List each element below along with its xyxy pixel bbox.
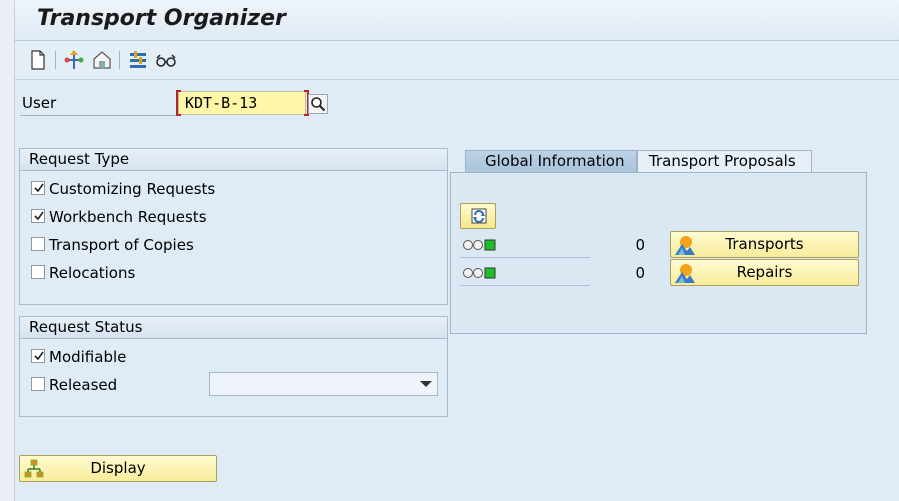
transport-icon[interactable] [91,49,113,71]
checkbox[interactable] [31,265,45,279]
checkbox-label: Modifiable [49,348,127,366]
checkbox[interactable] [31,209,45,223]
user-input[interactable]: KDT-B-13 [178,91,306,115]
repairs-button-label: Repairs [736,263,793,281]
settings-icon[interactable] [127,49,149,71]
new-document-icon[interactable] [27,49,49,71]
tab-transport-proposals[interactable]: Transport Proposals [637,150,812,172]
traffic-light-icon [463,239,496,251]
toolbar-separator [119,51,120,69]
hierarchy-icon[interactable] [63,49,85,71]
transports-button[interactable]: Transports [670,231,859,258]
left-frame [0,0,15,501]
repairs-status-row [460,261,590,286]
toolbar [15,41,899,80]
transports-status-row [460,233,590,258]
user-search-button[interactable] [308,94,328,114]
tab-global-information[interactable]: Global Information [465,150,637,172]
tab-label: Transport Proposals [649,152,796,170]
transports-count: 0 [635,236,645,254]
request-type-title: Request Type [20,149,447,171]
glasses-icon[interactable] [155,49,177,71]
checkbox[interactable] [31,237,45,251]
refresh-button[interactable] [460,203,496,229]
toolbar-separator [55,51,56,69]
request-status-group: Request Status Modifiable Released [19,316,448,417]
user-label-underline [20,115,178,116]
released-date-dropdown[interactable] [209,372,438,396]
checkbox[interactable] [31,377,45,391]
request-type-group: Request Type Customizing Requests Workbe… [19,148,448,305]
checkbox[interactable] [31,349,45,363]
tab-label: Global Information [485,152,625,170]
transports-button-label: Transports [725,235,804,253]
checkbox-label: Transport of Copies [49,236,194,254]
repairs-button[interactable]: Repairs [670,259,859,286]
request-status-title: Request Status [20,317,447,339]
global-information-panel: 0 Transports 0 Repairs [450,172,867,334]
user-label: User [22,94,57,112]
title-bar: Transport Organizer [15,0,899,41]
page-title: Transport Organizer [37,6,286,31]
search-icon [311,97,326,112]
repairs-count: 0 [635,264,645,282]
checkbox-label: Workbench Requests [49,208,207,226]
chevron-down-icon [420,381,432,387]
checkbox[interactable] [31,181,45,195]
traffic-light-icon [463,267,496,279]
checkbox-label: Relocations [49,264,136,282]
refresh-icon [471,208,487,224]
checkbox-label: Released [49,376,118,394]
display-button[interactable]: Display [19,455,217,482]
focus-bracket-left [176,90,181,116]
display-button-label: Display [90,459,146,477]
checkbox-label: Customizing Requests [49,180,216,198]
